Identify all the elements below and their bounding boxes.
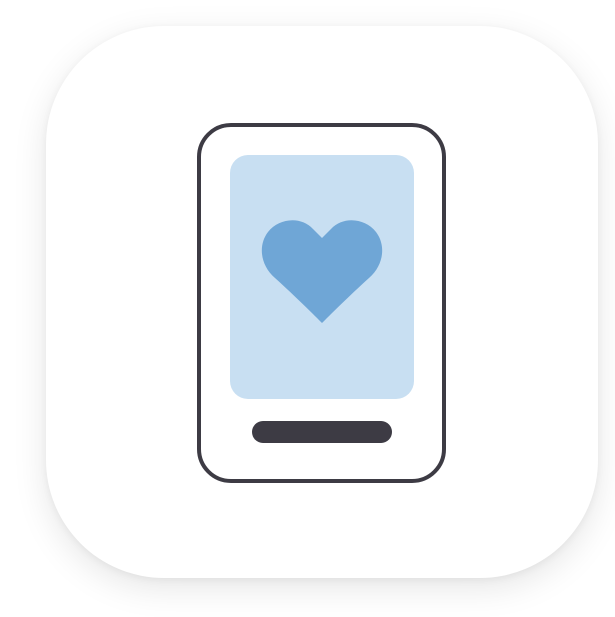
phone-heart-icon — [197, 123, 446, 483]
app-icon-canvas — [0, 0, 615, 617]
phone-home-bar — [252, 421, 392, 443]
